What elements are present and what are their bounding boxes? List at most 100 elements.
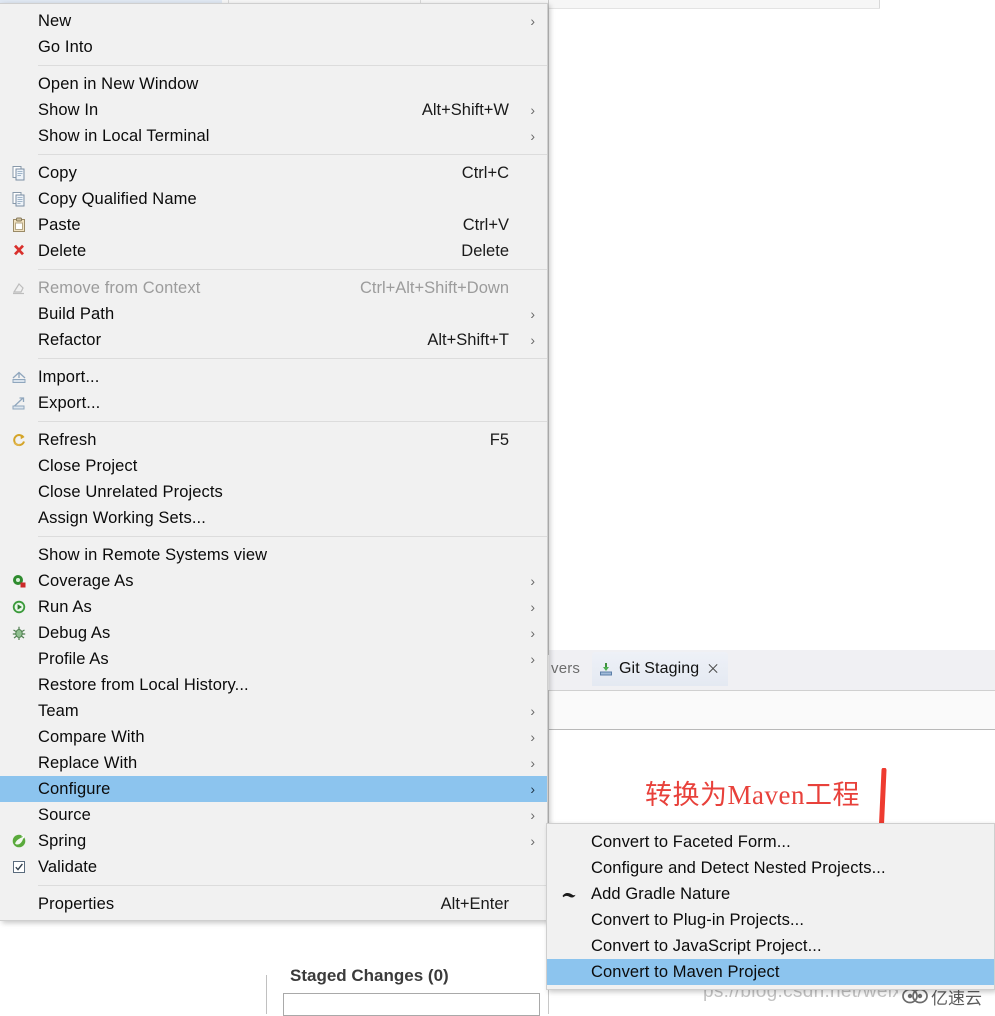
menu-item-profile-as[interactable]: Profile As › (0, 646, 547, 672)
menu-item-import[interactable]: Import... (0, 364, 547, 390)
menu-item-label: Validate (38, 857, 98, 876)
menu-item-accelerator: Ctrl+C (461, 163, 509, 182)
menu-item-icon-slot (547, 855, 591, 881)
submenu-chevron-icon: › (530, 807, 535, 823)
menu-item-run-as[interactable]: Run As › (0, 594, 547, 620)
menu-item-icon-slot (0, 776, 38, 802)
menu-item-accelerator: Alt+Shift+T (427, 330, 509, 349)
submenu-item-convert-to-javascript-project[interactable]: Convert to JavaScript Project... (547, 933, 994, 959)
menu-item-source[interactable]: Source › (0, 802, 547, 828)
menu-item-delete[interactable]: Delete Delete (0, 238, 547, 264)
menu-item-label: Open in New Window (38, 74, 199, 93)
submenu-item-convert-to-plug-in-projects[interactable]: Convert to Plug-in Projects... (547, 907, 994, 933)
paste-icon (0, 212, 38, 238)
menu-item-configure[interactable]: Configure › (0, 776, 547, 802)
submenu-chevron-icon: › (530, 102, 535, 118)
menu-item-label: Assign Working Sets... (38, 508, 206, 527)
menu-item-label: Properties (38, 894, 115, 913)
copy-icon (0, 160, 38, 186)
menu-item-icon-slot (0, 646, 38, 672)
submenu-chevron-icon: › (530, 332, 535, 348)
menu-item-compare-with[interactable]: Compare With › (0, 724, 547, 750)
menu-item-accelerator: Delete (461, 241, 509, 260)
menu-item-team[interactable]: Team › (0, 698, 547, 724)
menu-separator (38, 269, 547, 270)
menu-item-replace-with[interactable]: Replace With › (0, 750, 547, 776)
submenu-chevron-icon: › (530, 781, 535, 797)
menu-item-label: Show in Remote Systems view (38, 545, 268, 564)
staged-changes-filter-input[interactable] (283, 993, 540, 1016)
menu-item-label: Copy Qualified Name (38, 189, 197, 208)
menu-item-accelerator: F5 (489, 430, 509, 449)
view-pane-divider (266, 975, 267, 1014)
menu-item-copy[interactable]: Copy Ctrl+C (0, 160, 547, 186)
menu-item-refactor[interactable]: Refactor Alt+Shift+T › (0, 327, 547, 353)
submenu-chevron-icon: › (530, 755, 535, 771)
menu-item-label: Configure (38, 779, 111, 798)
menu-item-label: Build Path (38, 304, 115, 323)
menu-item-icon-slot (0, 750, 38, 776)
git-staging-tab-label: Git Staging (619, 660, 700, 677)
submenu-chevron-icon: › (530, 128, 535, 144)
menu-item-paste[interactable]: Paste Ctrl+V (0, 212, 547, 238)
menu-item-copy-qualified-name[interactable]: Copy Qualified Name (0, 186, 547, 212)
menu-item-label: Close Project (38, 456, 138, 475)
view-toolbar (549, 691, 995, 730)
servers-tab[interactable]: vers (551, 660, 580, 677)
close-icon[interactable]: ⨉ (708, 662, 718, 677)
export-icon (0, 390, 38, 416)
remove-from-context-icon (0, 275, 38, 301)
menu-item-show-in-local-terminal[interactable]: Show in Local Terminal › (0, 123, 547, 149)
menu-item-debug-as[interactable]: Debug As › (0, 620, 547, 646)
coverage-icon (0, 568, 38, 594)
menu-item-export[interactable]: Export... (0, 390, 547, 416)
submenu-chevron-icon: › (530, 573, 535, 589)
submenu-chevron-icon: › (530, 13, 535, 29)
menu-item-icon-slot (0, 8, 38, 34)
menu-item-new[interactable]: New › (0, 8, 547, 34)
menu-item-restore-from-local-history[interactable]: Restore from Local History... (0, 672, 547, 698)
menu-item-close-project[interactable]: Close Project (0, 453, 547, 479)
menu-item-label: New (38, 11, 72, 30)
staged-changes-title: Staged Changes (0) (290, 966, 449, 985)
menu-item-icon-slot (0, 505, 38, 531)
menu-item-icon-slot (0, 301, 38, 327)
import-icon (0, 364, 38, 390)
menu-item-go-into[interactable]: Go Into (0, 34, 547, 60)
menu-item-show-in-remote-systems-view[interactable]: Show in Remote Systems view (0, 542, 547, 568)
menu-item-label: Show in Local Terminal (38, 126, 210, 145)
menu-item-close-unrelated-projects[interactable]: Close Unrelated Projects (0, 479, 547, 505)
menu-item-build-path[interactable]: Build Path › (0, 301, 547, 327)
menu-item-properties[interactable]: Properties Alt+Enter (0, 891, 547, 917)
submenu-chevron-icon: › (530, 625, 535, 641)
configure-submenu[interactable]: Convert to Faceted Form... Configure and … (546, 823, 995, 990)
menu-item-label: Delete (38, 241, 87, 260)
project-explorer-context-menu[interactable]: New › Go Into Open in New Window Show In Alt+… (0, 3, 548, 921)
menu-item-icon-slot (547, 907, 591, 933)
spring-icon (0, 828, 38, 854)
menu-item-icon-slot (0, 672, 38, 698)
menu-item-icon-slot (0, 123, 38, 149)
git-staging-tab[interactable]: Git Staging ⨉ (592, 652, 728, 686)
menu-item-open-in-new-window[interactable]: Open in New Window (0, 71, 547, 97)
menu-item-icon-slot (0, 479, 38, 505)
menu-item-validate[interactable]: Validate (0, 854, 547, 880)
menu-item-icon-slot (0, 327, 38, 353)
submenu-chevron-icon: › (530, 599, 535, 615)
menu-item-refresh[interactable]: Refresh F5 (0, 427, 547, 453)
menu-item-label: Refactor (38, 330, 102, 349)
menu-item-show-in[interactable]: Show In Alt+Shift+W › (0, 97, 547, 123)
menu-item-label: Show In (38, 100, 99, 119)
menu-item-accelerator: Ctrl+V (462, 215, 509, 234)
submenu-item-convert-to-faceted-form[interactable]: Convert to Faceted Form... (547, 829, 994, 855)
menu-separator (38, 421, 547, 422)
menu-item-assign-working-sets[interactable]: Assign Working Sets... (0, 505, 547, 531)
submenu-item-convert-to-maven-project[interactable]: Convert to Maven Project (547, 959, 994, 985)
editor-sash-vertical[interactable] (548, 0, 549, 655)
submenu-item-add-gradle-nature[interactable]: Add Gradle Nature (547, 881, 994, 907)
menu-item-coverage-as[interactable]: Coverage As › (0, 568, 547, 594)
menu-item-spring[interactable]: Spring › (0, 828, 547, 854)
menu-item-label: Copy (38, 163, 77, 182)
submenu-chevron-icon: › (530, 833, 535, 849)
submenu-item-configure-and-detect-nested-projects[interactable]: Configure and Detect Nested Projects... (547, 855, 994, 881)
